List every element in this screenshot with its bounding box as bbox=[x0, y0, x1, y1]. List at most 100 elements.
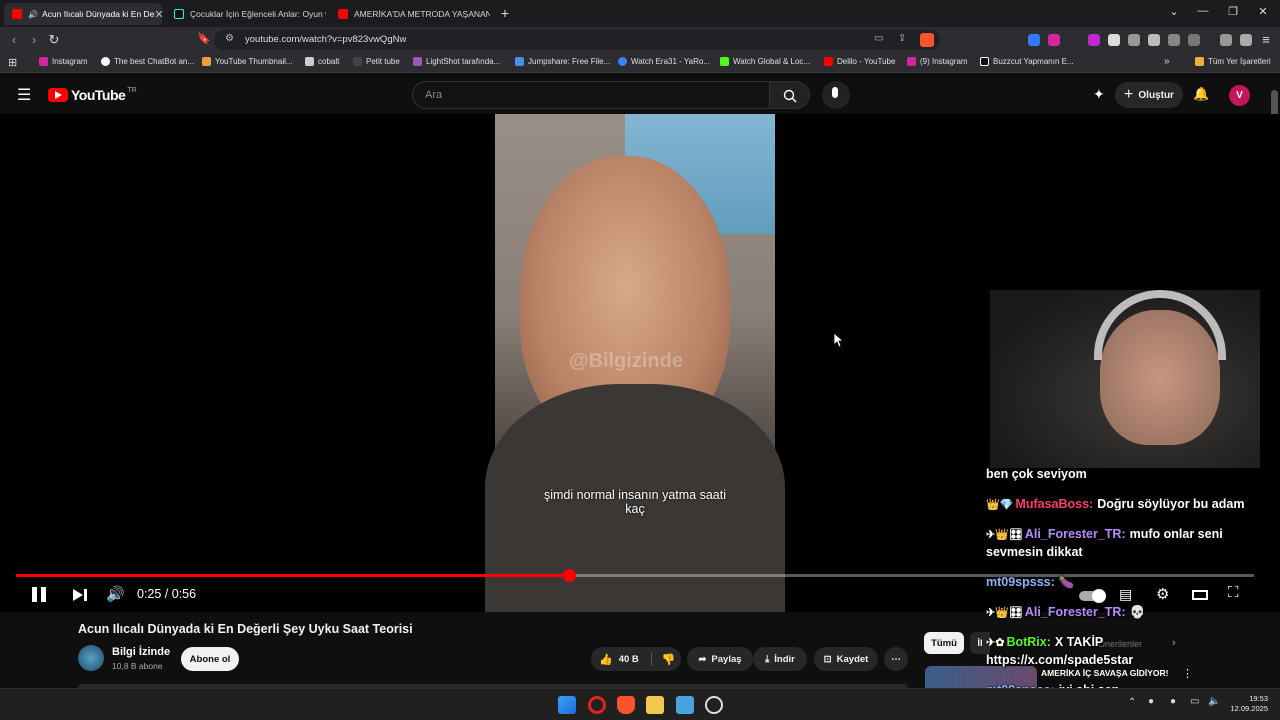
notifications-bell-icon[interactable]: 🔔 bbox=[1193, 86, 1209, 102]
next-icon[interactable] bbox=[72, 588, 88, 602]
bookmark-item[interactable]: (9) Instagram bbox=[907, 57, 968, 66]
more-vert-icon[interactable]: ⋮ bbox=[1182, 667, 1193, 680]
extension-icon[interactable] bbox=[1128, 34, 1140, 46]
tray-app-icon[interactable]: ● bbox=[1148, 696, 1154, 707]
bookmark-item[interactable]: LightShot tarafında... bbox=[413, 57, 500, 66]
share-icon[interactable]: ⇪ bbox=[898, 33, 906, 44]
youtube-header: ☰ YouTube TR Ara ✦ + Oluştur 🔔 V bbox=[0, 74, 1280, 220]
bookmark-favicon bbox=[101, 57, 110, 66]
progress-scrubber[interactable] bbox=[562, 569, 576, 582]
forward-icon[interactable]: › bbox=[26, 32, 42, 47]
site-info-icon[interactable]: ⚙ bbox=[225, 33, 234, 44]
subtitles-icon[interactable]: ▤ bbox=[1119, 586, 1132, 603]
bookmark-favicon bbox=[305, 57, 314, 66]
steam-icon[interactable] bbox=[705, 696, 723, 714]
all-bookmarks-folder[interactable]: Tüm Yer İşaretleri bbox=[1195, 57, 1271, 66]
bookmark-item[interactable]: Petit tube bbox=[353, 57, 400, 66]
download-button[interactable]: ⤓ İndir bbox=[753, 647, 807, 671]
voice-search-button[interactable] bbox=[822, 81, 850, 109]
chip-recommended[interactable]: Önerilenler bbox=[1098, 639, 1142, 649]
subscribe-button[interactable]: Abone ol bbox=[181, 647, 239, 671]
menu-icon[interactable]: ≡ bbox=[1258, 32, 1274, 47]
bookmark-item[interactable]: The best ChatBot an... bbox=[101, 57, 194, 66]
wallet-icon[interactable] bbox=[1240, 34, 1252, 46]
youtube-logo[interactable]: YouTube TR bbox=[48, 87, 137, 103]
clock[interactable]: 19:53 12.09.2025 bbox=[1228, 694, 1268, 714]
bookmark-item[interactable]: Jumpshare: Free File... bbox=[515, 57, 610, 66]
bookmark-item[interactable]: Watch Era31 - YaRo... bbox=[618, 57, 710, 66]
windows-start-icon[interactable] bbox=[558, 696, 576, 714]
share-button[interactable]: ➦ Paylaş bbox=[687, 647, 753, 671]
bookmark-icon[interactable]: 🔖 bbox=[196, 32, 212, 45]
pause-icon[interactable] bbox=[32, 587, 37, 602]
extension-icon[interactable] bbox=[1028, 34, 1040, 46]
url-box[interactable]: ⚙ youtube.com/watch?v=pv823vwQgNw ▭ ⇪ bbox=[214, 30, 940, 50]
search-box[interactable]: Ara bbox=[412, 81, 770, 109]
bookmark-item[interactable]: Delilo - YouTube bbox=[824, 57, 895, 66]
channel-name[interactable]: Bilgi İzinde bbox=[112, 646, 170, 658]
window-close-button[interactable]: ✕ bbox=[1253, 5, 1273, 18]
autoplay-toggle[interactable] bbox=[1079, 589, 1106, 603]
save-button[interactable]: ⊡ Kaydet bbox=[814, 647, 878, 671]
sidebar-icon[interactable] bbox=[1188, 34, 1200, 46]
bookmark-item[interactable]: YouTube Thumbnail... bbox=[202, 57, 293, 66]
extension-icon[interactable] bbox=[1108, 34, 1120, 46]
bookmark-item[interactable]: Buzzcut Yapmanın E... bbox=[980, 57, 1074, 66]
bookmark-favicon bbox=[353, 57, 362, 66]
brave-icon[interactable] bbox=[617, 696, 635, 714]
extensions-puzzle-icon[interactable] bbox=[1168, 34, 1180, 46]
chat-username: MufasaBoss: bbox=[1015, 497, 1094, 511]
cast-icon[interactable]: ▭ bbox=[874, 33, 883, 44]
hamburger-menu-icon[interactable]: ☰ bbox=[17, 85, 31, 105]
brave-shield-icon[interactable] bbox=[920, 33, 934, 47]
like-icon[interactable]: 👍 bbox=[599, 653, 613, 666]
tab-active[interactable]: 🔊 Acun Ilıcalı Dünyada ki En De ✕ bbox=[4, 3, 162, 25]
minimize-button[interactable]: — bbox=[1193, 5, 1213, 17]
close-icon[interactable]: ✕ bbox=[154, 8, 162, 21]
tray-app-icon[interactable]: ● bbox=[1170, 696, 1176, 707]
tab-youtube-2[interactable]: AMERİKA'DA METRODA YAŞANAN K bbox=[330, 3, 490, 25]
chip-all[interactable]: Tümü bbox=[924, 632, 964, 654]
extension-icon[interactable] bbox=[1048, 34, 1060, 46]
restore-button[interactable]: ❐ bbox=[1223, 5, 1243, 18]
subtitle-line: kaç bbox=[625, 502, 645, 516]
bookmark-item[interactable]: Instagram bbox=[39, 57, 88, 66]
apps-grid-icon[interactable]: ⊞ bbox=[8, 56, 17, 69]
more-bookmarks-icon[interactable]: » bbox=[1164, 56, 1170, 67]
media-icon[interactable] bbox=[1220, 34, 1232, 46]
settings-gear-icon[interactable]: ⚙ bbox=[1156, 585, 1169, 603]
pause-icon[interactable] bbox=[41, 587, 46, 602]
new-tab-button[interactable]: + bbox=[495, 5, 515, 21]
next-video-title[interactable]: AMERİKA İÇ SAVAŞA GİDİYOR! bbox=[1041, 668, 1169, 678]
tab-tiktok[interactable]: Çocuklar İçin Eğlenceli Anlar: Oyun v bbox=[166, 3, 326, 25]
fullscreen-icon[interactable]: ⛶ bbox=[1228, 584, 1239, 601]
more-actions-button[interactable]: ⋯ bbox=[884, 647, 908, 671]
like-count[interactable]: 40 B bbox=[619, 654, 639, 665]
tab-search-icon[interactable]: ⌄ bbox=[1164, 5, 1184, 18]
tray-expand-icon[interactable]: ⌃ bbox=[1128, 697, 1136, 708]
chip-scroll-right-icon[interactable]: › bbox=[1172, 637, 1176, 649]
extension-icon[interactable] bbox=[1088, 34, 1100, 46]
network-icon[interactable]: ▭ bbox=[1190, 696, 1199, 707]
theater-mode-icon[interactable] bbox=[1192, 590, 1208, 600]
url-text[interactable]: youtube.com/watch?v=pv823vwQgNw bbox=[245, 34, 406, 45]
extension-icon[interactable] bbox=[1148, 34, 1160, 46]
search-button[interactable] bbox=[770, 81, 810, 109]
create-button[interactable]: + Oluştur bbox=[1115, 82, 1183, 108]
control-panel-icon[interactable] bbox=[676, 696, 694, 714]
channel-avatar[interactable] bbox=[78, 645, 104, 671]
file-explorer-icon[interactable] bbox=[646, 696, 664, 714]
tab-label: Acun Ilıcalı Dünyada ki En De bbox=[41, 9, 155, 19]
reload-icon[interactable]: ↻ bbox=[46, 32, 62, 48]
bookmark-item[interactable]: Watch Global & Loc... bbox=[720, 57, 810, 66]
bookmark-item[interactable]: cobalt bbox=[305, 57, 339, 66]
back-icon[interactable]: ‹ bbox=[6, 32, 22, 47]
search-input[interactable]: Ara bbox=[425, 89, 442, 101]
dislike-icon[interactable]: 👎 bbox=[662, 653, 676, 666]
volume-tray-icon[interactable]: 🔈 bbox=[1208, 696, 1220, 707]
avatar[interactable]: V bbox=[1229, 85, 1250, 106]
opera-icon[interactable] bbox=[588, 696, 606, 714]
volume-icon[interactable]: 🔊 bbox=[106, 585, 125, 603]
chat-text: 💀 bbox=[1129, 605, 1146, 619]
ai-sparkle-icon[interactable]: ✦ bbox=[1093, 86, 1105, 103]
